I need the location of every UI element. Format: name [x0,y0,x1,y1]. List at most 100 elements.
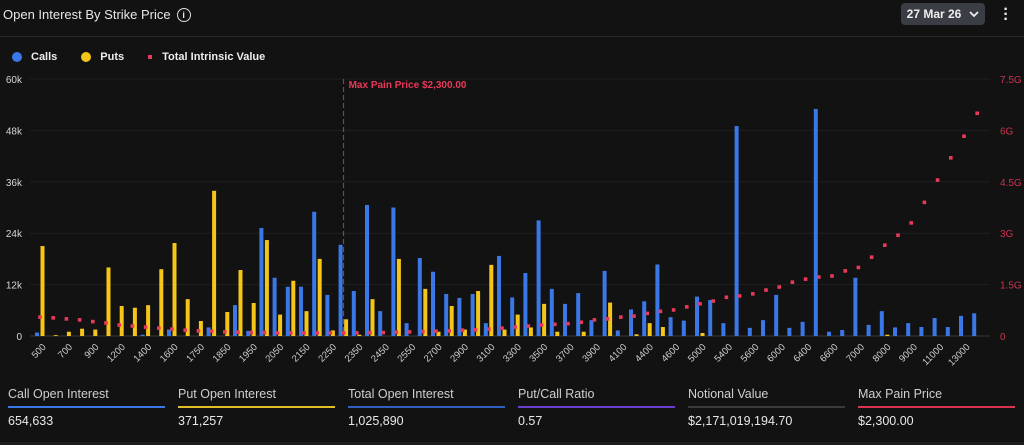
put-bar [423,288,428,336]
intrinsic-point [579,320,583,325]
x-tick-label: 2450 [369,342,392,365]
x-tick-label: 900 [82,342,101,361]
x-tick-label: 1850 [211,342,234,365]
intrinsic-point [935,178,940,182]
call-bar [629,309,633,336]
stat-label: Put Open Interest [178,387,276,401]
call-bar [140,334,145,336]
intrinsic-point [896,233,900,238]
intrinsic-point [328,331,333,335]
x-tick-label: 3300 [501,342,524,365]
call-bar [404,323,409,336]
x-tick-label: 6400 [792,342,815,365]
call-bar [431,271,435,336]
call-bar [668,317,673,336]
intrinsic-point [289,331,293,335]
intrinsic-point [157,326,161,330]
stat-value: 654,633 [8,414,54,428]
put-bar [212,190,217,336]
put-bar [489,264,494,336]
intrinsic-point [513,325,517,329]
intrinsic-point [592,318,597,322]
x-tick-label: 7000 [844,342,867,365]
call-bar [906,323,911,336]
intrinsic-point [500,326,504,330]
intrinsic-point [817,275,821,279]
y-tick-label: 12k [6,281,23,292]
stat-value: $2,171,019,194.70 [688,414,793,428]
x-tick-label: 500 [30,342,49,361]
call-bar [800,321,805,336]
intrinsic-point [355,331,359,335]
put-bar [238,270,243,336]
call-bar [972,313,977,336]
put-bar [581,331,586,336]
call-bar [351,291,356,336]
x-tick-label: 1750 [184,342,207,365]
stat-label: Call Open Interest [8,387,109,401]
call-bar [787,327,792,336]
x-tick-label: 4600 [660,342,683,365]
call-bar [945,327,950,336]
intrinsic-point [183,328,187,332]
intrinsic-point [777,285,781,289]
intrinsic-point [407,330,412,334]
call-bar [708,300,713,336]
put-bar [660,327,665,336]
call-bar [299,286,303,336]
stat-label: Notional Value [688,387,769,401]
intrinsic-point [843,269,847,273]
intrinsic-point [77,318,82,322]
x-tick-label: 2350 [343,342,366,365]
x-tick-label: 6000 [765,342,788,365]
put-bar [542,303,547,336]
intrinsic-point [223,330,227,334]
intrinsic-point [262,330,267,335]
put-bar [106,267,111,336]
x-tick-label: 2150 [290,342,313,365]
call-bar [840,330,845,336]
x-tick-label: 5000 [686,342,709,365]
call-bar [761,320,765,336]
open-interest-chart: 0 12k 24k 36k 48k 60k 0 1.5G 3G 4.5G 6G 7.5G 500 700 9… [6,75,1022,368]
call-bar [536,220,541,336]
x-tick-label: 3900 [580,342,603,365]
call-bar [285,286,290,336]
intrinsic-point [51,316,55,320]
call-bar [681,320,686,336]
stat-label: Total Open Interest [348,387,454,401]
intrinsic-point [236,330,240,335]
call-bar [642,301,647,336]
call-bar [813,108,818,336]
put-bar [264,240,269,336]
call-bar [510,297,515,336]
put-bar [634,334,639,336]
stat-underline [858,406,1015,408]
call-bar [365,204,369,336]
put-bar [370,299,375,336]
call-bar [959,315,963,336]
x-tick-label: 2550 [396,342,419,365]
x-tick-label: 4100 [607,342,630,365]
x-tick-label: 3500 [528,342,551,365]
y-tick-label: 48k [6,126,23,137]
call-bar [602,270,607,336]
call-bar [549,288,554,336]
intrinsic-point [64,317,69,321]
intrinsic-point [685,305,689,309]
put-bar [700,333,705,336]
y2-tick-label: 0 [1000,332,1006,343]
intrinsic-point [869,255,874,259]
call-bar [417,258,422,336]
stat-label: Put/Call Ratio [518,387,595,401]
intrinsic-point [909,221,913,225]
x-tick-label: 2700 [422,342,445,365]
call-bar [259,228,264,336]
intrinsic-point [539,323,544,327]
intrinsic-point [790,280,795,285]
put-bar [132,307,137,336]
intrinsic-point [764,288,768,292]
call-bar [272,277,277,336]
call-bar [932,318,937,336]
intrinsic-point [751,292,755,296]
